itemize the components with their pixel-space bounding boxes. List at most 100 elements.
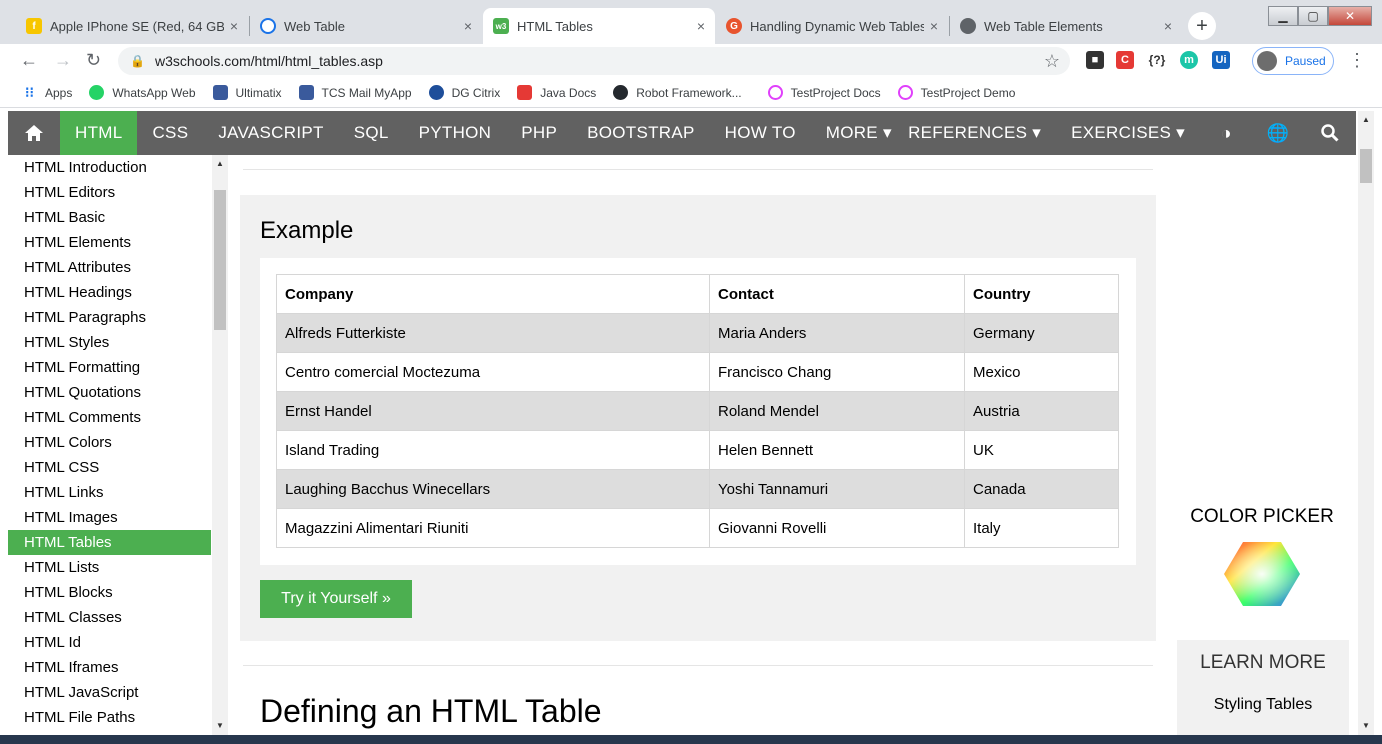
- tab-web-table[interactable]: Web Table ×: [250, 8, 482, 44]
- bookmark-java-docs[interactable]: Java Docs: [517, 85, 596, 100]
- menu-kebab-icon[interactable]: ⋮: [1348, 50, 1366, 71]
- extension-json-icon[interactable]: {?}: [1146, 51, 1168, 69]
- page-scrollbar[interactable]: ▲ ▼: [1358, 111, 1374, 735]
- home-icon[interactable]: [8, 111, 60, 155]
- scroll-down-icon[interactable]: ▼: [216, 721, 224, 730]
- nav-exercises[interactable]: EXERCISES ▾: [1056, 111, 1200, 155]
- column-header-contact: Contact: [709, 274, 965, 314]
- tata-icon: [212, 85, 228, 100]
- sidebar-item-html-headings[interactable]: HTML Headings: [8, 280, 211, 305]
- sidebar-item-html-blocks[interactable]: HTML Blocks: [8, 580, 211, 605]
- bookmark-whatsapp[interactable]: WhatsApp Web: [89, 85, 196, 100]
- oracle-icon: [517, 85, 533, 100]
- nav-css[interactable]: CSS: [137, 111, 203, 155]
- scrollbar-thumb[interactable]: [1360, 149, 1372, 183]
- sidebar-item-html-classes[interactable]: HTML Classes: [8, 605, 211, 630]
- bookmark-testproject-demo[interactable]: TestProject Demo: [897, 85, 1015, 100]
- lock-icon: 🔒: [130, 54, 145, 68]
- bookmark-dg-citrix[interactable]: DG Citrix: [428, 85, 500, 100]
- right-sidebar: COLOR PICKER LEARN MORE Styling Tables: [1168, 155, 1356, 740]
- sidebar-item-html-file-paths[interactable]: HTML File Paths: [8, 705, 211, 730]
- minimize-icon[interactable]: ▁: [1268, 6, 1298, 26]
- close-icon[interactable]: ×: [697, 18, 705, 34]
- theme-toggle-icon[interactable]: ◑: [1200, 111, 1252, 155]
- sidebar-item-html-quotations[interactable]: HTML Quotations: [8, 380, 211, 405]
- scroll-up-icon[interactable]: ▲: [1362, 115, 1370, 124]
- nav-javascript[interactable]: JAVASCRIPT: [203, 111, 338, 155]
- nav-php[interactable]: PHP: [506, 111, 572, 155]
- nav-how-to[interactable]: HOW TO: [710, 111, 811, 155]
- sidebar-item-html-tables[interactable]: HTML Tables: [8, 530, 211, 555]
- sidebar-item-html-introduction[interactable]: HTML Introduction: [8, 155, 211, 180]
- address-bar[interactable]: 🔒 w3schools.com/html/html_tables.asp ☆: [118, 47, 1070, 75]
- scroll-down-icon[interactable]: ▼: [1362, 721, 1370, 730]
- extension-m-icon[interactable]: m: [1180, 51, 1198, 69]
- sidebar-item-html-attributes[interactable]: HTML Attributes: [8, 255, 211, 280]
- tata-icon: [298, 85, 314, 100]
- sidebar-item-html-css[interactable]: HTML CSS: [8, 455, 211, 480]
- sidebar-item-html-javascript[interactable]: HTML JavaScript: [8, 680, 211, 705]
- nav-references[interactable]: REFERENCES ▾: [893, 111, 1056, 155]
- nav-bootstrap[interactable]: BOOTSTRAP: [572, 111, 710, 155]
- profile-paused-button[interactable]: Paused: [1252, 47, 1334, 75]
- translate-globe-icon[interactable]: 🌐: [1252, 111, 1304, 155]
- tab-web-table-elements[interactable]: Web Table Elements ×: [950, 8, 1182, 44]
- bookmark-robot-framework[interactable]: Robot Framework...: [613, 85, 742, 100]
- close-icon[interactable]: ×: [930, 18, 938, 34]
- sidebar-item-html-iframes[interactable]: HTML Iframes: [8, 655, 211, 680]
- sidebar-item-html-images[interactable]: HTML Images: [8, 505, 211, 530]
- bookmark-apps[interactable]: ⁝⁝ Apps: [22, 84, 72, 100]
- extension-ui-icon[interactable]: Ui: [1212, 51, 1230, 69]
- tab-title: Apple IPhone SE (Red, 64 GB) -: [50, 18, 224, 34]
- bookmark-tcs-mail[interactable]: TCS Mail MyApp: [298, 85, 412, 100]
- nav-python[interactable]: PYTHON: [404, 111, 507, 155]
- sidebar-item-html-formatting[interactable]: HTML Formatting: [8, 355, 211, 380]
- sidebar-item-html-colors[interactable]: HTML Colors: [8, 430, 211, 455]
- sidebar-item-html-links[interactable]: HTML Links: [8, 480, 211, 505]
- close-icon[interactable]: ×: [1164, 18, 1172, 34]
- sidebar-scrollbar[interactable]: ▲ ▼: [212, 155, 228, 735]
- bookmark-star-icon[interactable]: ☆: [1044, 51, 1060, 72]
- window-controls: ▁ ▢ ✕: [1268, 6, 1372, 26]
- sidebar-item-html-comments[interactable]: HTML Comments: [8, 405, 211, 430]
- table-cell: Laughing Bacchus Winecellars: [276, 469, 710, 509]
- color-picker-hexagon-icon[interactable]: [1223, 540, 1301, 608]
- sidebar-item-html-paragraphs[interactable]: HTML Paragraphs: [8, 305, 211, 330]
- forward-arrow-icon[interactable]: →: [54, 50, 72, 71]
- bookmark-ultimatix[interactable]: Ultimatix: [212, 85, 282, 100]
- scroll-up-icon[interactable]: ▲: [216, 159, 224, 168]
- extension-cube-icon[interactable]: ■: [1086, 51, 1104, 69]
- sidebar-item-html-styles[interactable]: HTML Styles: [8, 330, 211, 355]
- table-cell: Magazzini Alimentari Riuniti: [276, 508, 710, 548]
- search-icon[interactable]: [1304, 111, 1356, 155]
- scrollbar-thumb[interactable]: [214, 190, 226, 330]
- bookmark-testproject-docs[interactable]: TestProject Docs: [767, 85, 881, 100]
- sidebar-item-html-basic[interactable]: HTML Basic: [8, 205, 211, 230]
- try-it-yourself-button[interactable]: Try it Yourself »: [260, 580, 412, 618]
- new-tab-button[interactable]: +: [1188, 12, 1216, 40]
- tab-html-tables[interactable]: w3 HTML Tables ×: [483, 8, 715, 44]
- close-icon[interactable]: ×: [230, 18, 238, 34]
- bookmark-label: WhatsApp Web: [112, 85, 196, 100]
- maximize-icon[interactable]: ▢: [1298, 6, 1328, 26]
- back-arrow-icon[interactable]: ←: [20, 50, 38, 71]
- table-row: Centro comercial Moctezuma Francisco Cha…: [276, 352, 1119, 392]
- apps-icon: ⁝⁝: [25, 84, 34, 100]
- lock-icon: [428, 85, 444, 100]
- window-close-icon[interactable]: ✕: [1328, 6, 1372, 26]
- table-row: Ernst Handel Roland Mendel Austria: [276, 391, 1119, 431]
- sidebar-item-html-lists[interactable]: HTML Lists: [8, 555, 211, 580]
- tab-handling-dynamic[interactable]: G Handling Dynamic Web Tables ×: [716, 8, 948, 44]
- nav-sql[interactable]: SQL: [339, 111, 404, 155]
- tab-apple-iphone[interactable]: f Apple IPhone SE (Red, 64 GB) - ×: [16, 8, 248, 44]
- w3-top-navbar: HTML CSS JAVASCRIPT SQL PYTHON PHP BOOTS…: [8, 111, 1356, 155]
- reload-icon[interactable]: ↻: [86, 50, 101, 71]
- sidebar-item-html-elements[interactable]: HTML Elements: [8, 230, 211, 255]
- close-icon[interactable]: ×: [464, 18, 472, 34]
- sidebar-item-html-editors[interactable]: HTML Editors: [8, 180, 211, 205]
- learn-more-link[interactable]: Styling Tables: [1177, 696, 1349, 714]
- sidebar-item-html-id[interactable]: HTML Id: [8, 630, 211, 655]
- extension-ct-icon[interactable]: C: [1116, 51, 1134, 69]
- globe-icon: [960, 18, 976, 34]
- nav-html[interactable]: HTML: [60, 111, 138, 155]
